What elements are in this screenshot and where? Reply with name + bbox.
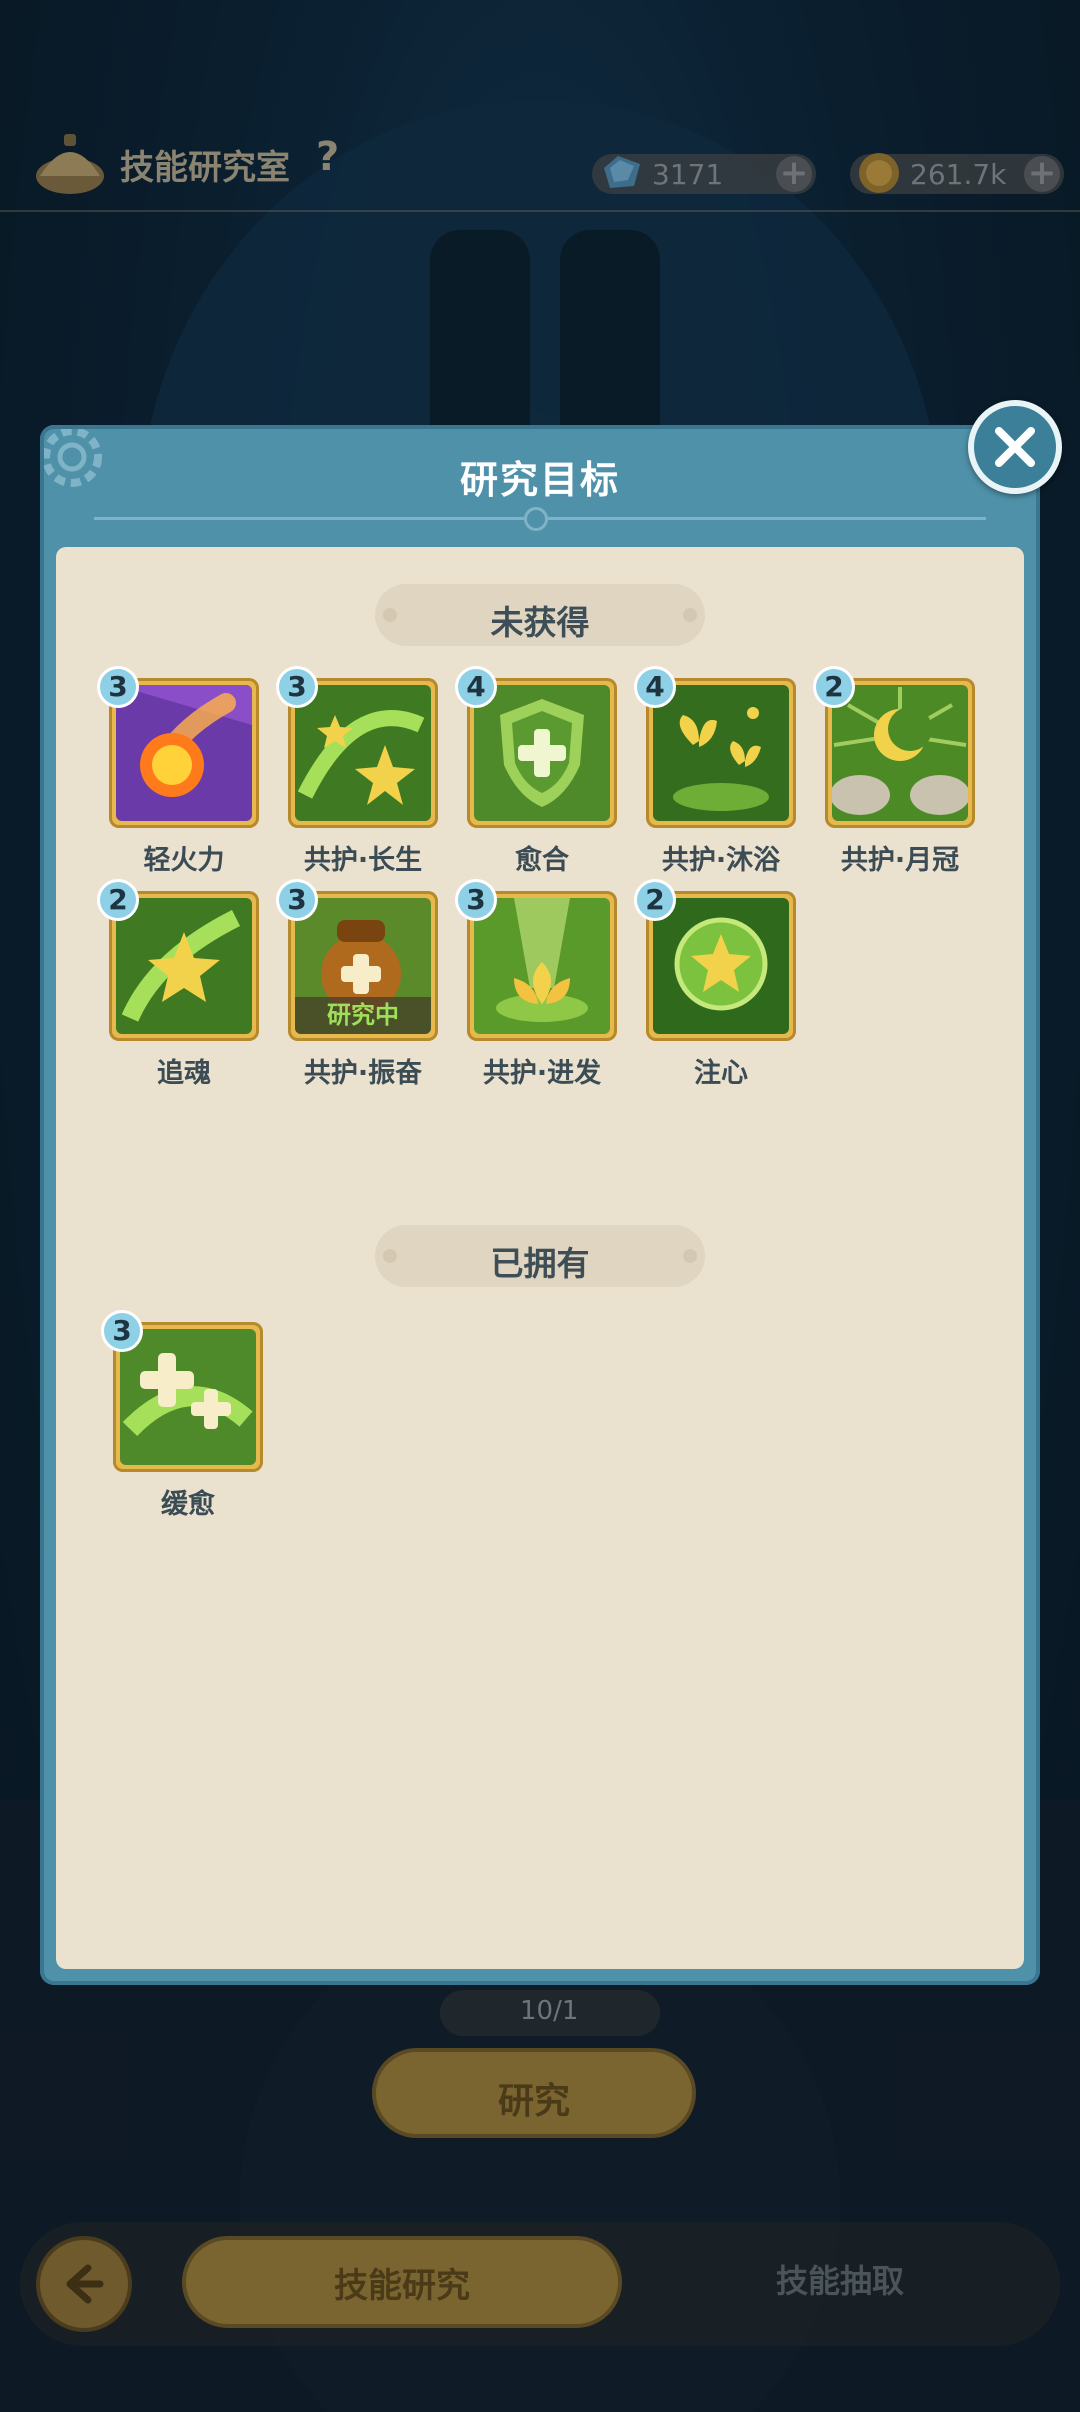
star-swirl-icon [295, 685, 431, 821]
dialog-panel: 未获得 已拥有 3 轻火力 3 共护·长生 4 愈合 4 共护·沐浴 2 共护·… [56, 547, 1024, 1969]
section-header-unowned: 未获得 [375, 584, 705, 646]
skill-level-badge: 3 [101, 1310, 143, 1352]
skill-level-badge: 2 [97, 879, 139, 921]
back-button[interactable] [36, 2236, 132, 2332]
skill-level-badge: 4 [455, 666, 497, 708]
shield-cross-icon [474, 685, 610, 821]
skill-item[interactable]: 4 愈合 [455, 666, 619, 876]
gem-count: 3171 [652, 158, 724, 191]
tab-skill-draw[interactable]: 技能抽取 [700, 2256, 980, 2302]
skill-item[interactable]: 2 注心 [634, 879, 798, 1089]
skill-item[interactable]: 3 共护·长生 [276, 666, 440, 876]
help-button[interactable]: ? [316, 134, 339, 180]
star-slash-icon [116, 898, 252, 1034]
skill-item[interactable]: 2 共护·月冠 [813, 666, 977, 876]
coin-count: 261.7k [910, 158, 1007, 191]
back-arrow-icon [66, 2264, 104, 2304]
research-button[interactable]: 研究 [372, 2048, 696, 2138]
research-cost-value: 10/1 [520, 1996, 579, 2026]
fireball-icon [116, 685, 252, 821]
gem-counter: 3171 + [592, 154, 816, 194]
section-label-owned: 已拥有 [490, 1244, 590, 1283]
section-label-unowned: 未获得 [490, 603, 590, 642]
skill-item[interactable]: 研究中 3 共护·振奋 [276, 879, 440, 1089]
skill-level-badge: 2 [634, 879, 676, 921]
add-gems-button[interactable]: + [776, 156, 812, 192]
dialog-title: 研究目标 [459, 458, 620, 502]
lab-dome-icon [36, 134, 104, 194]
skill-level-badge: 3 [276, 666, 318, 708]
lotus-icon [474, 898, 610, 1034]
skill-level-badge: 4 [634, 666, 676, 708]
skill-item[interactable]: 3 缓愈 [101, 1310, 265, 1520]
gem-icon [604, 156, 640, 188]
star-orb-icon [653, 898, 789, 1034]
skill-level-badge: 3 [276, 879, 318, 921]
researching-status: 研究中 [295, 997, 431, 1034]
top-divider [0, 210, 1080, 212]
research-button-label: 研究 [497, 2081, 570, 2122]
close-icon [995, 427, 1035, 467]
coin-icon [859, 153, 899, 193]
skill-item[interactable]: 3 共护·进发 [455, 879, 619, 1089]
tab-skill-research[interactable]: 技能研究 [182, 2236, 622, 2328]
skill-item[interactable]: 4 共护·沐浴 [634, 666, 798, 876]
tab-skill-research-label: 技能研究 [334, 2266, 470, 2306]
page-title: 技能研究室 [120, 148, 290, 188]
coin-counter: 261.7k + [850, 153, 1064, 194]
section-header-owned: 已拥有 [375, 1225, 705, 1287]
skill-level-badge: 3 [97, 666, 139, 708]
skill-level-badge: 2 [813, 666, 855, 708]
skill-level-badge: 3 [455, 879, 497, 921]
research-cost: 10/1 [440, 1990, 660, 2036]
butterflies-icon [653, 685, 789, 821]
add-coins-button[interactable]: + [1024, 156, 1060, 192]
skill-item[interactable]: 3 轻火力 [97, 666, 261, 876]
skill-name: 缓愈 [161, 1489, 215, 1520]
double-cross-icon [120, 1329, 256, 1465]
crescent-moon-icon [832, 685, 968, 821]
skill-name: 共护·月冠 [840, 845, 960, 876]
close-button[interactable] [968, 400, 1062, 494]
divider-gear-icon [524, 507, 548, 531]
skill-name: 注心 [694, 1058, 748, 1089]
skill-item[interactable]: 2 追魂 [97, 879, 261, 1089]
top-bar: 技能研究室 ? 3171 + 261.7k + [0, 120, 1080, 210]
research-target-dialog: 研究目标 未获得 已拥有 3 轻火力 3 共护·长生 4 愈合 4 共护·沐浴 … [40, 425, 1040, 1985]
